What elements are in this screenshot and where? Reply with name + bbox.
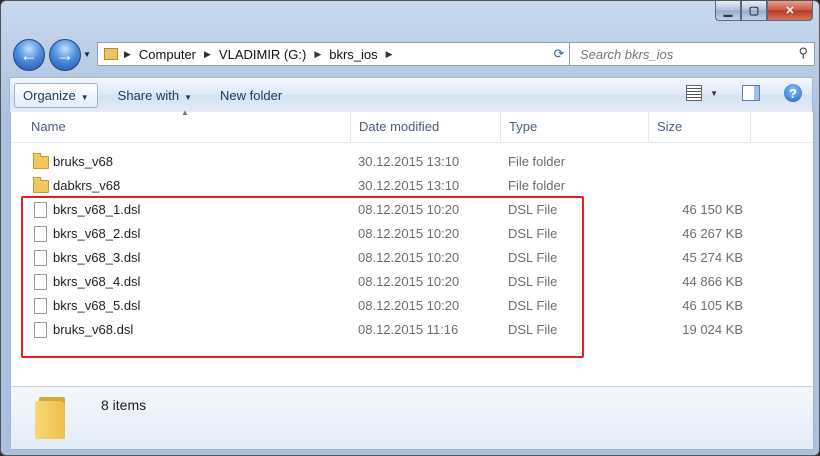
file-size: 45 274 KB	[682, 250, 743, 265]
file-size: 19 024 KB	[682, 322, 743, 337]
file-date: 30.12.2015 13:10	[358, 154, 460, 169]
share-with-label: Share with	[117, 87, 180, 103]
minimize-button[interactable]: ▁	[715, 1, 741, 21]
column-header-type[interactable]: Type	[501, 112, 649, 142]
file-name: bruks_v68.dsl	[53, 322, 134, 337]
file-icon	[34, 298, 47, 314]
caption-buttons: ▁ ▢ ✕	[715, 1, 813, 21]
breadcrumb-folder[interactable]: bkrs_ios	[329, 47, 377, 62]
file-date: 08.12.2015 10:20	[358, 298, 460, 313]
toolbar-right: ▼ ?	[686, 84, 802, 102]
navigation-bar: ← → ▼ ▶ Computer ▶ VLADIMIR (G:) ▶ bkrs_…	[9, 39, 815, 71]
chevron-right-icon[interactable]: ▶	[204, 49, 211, 60]
refresh-button[interactable]: ⟳	[549, 42, 570, 66]
search-box[interactable]: ⚲	[569, 42, 815, 66]
file-date: 08.12.2015 11:16	[358, 322, 459, 337]
search-input[interactable]	[578, 43, 792, 65]
arrow-left-icon: ←	[20, 44, 38, 65]
refresh-icon: ⟳	[553, 46, 565, 61]
file-type: DSL File	[508, 322, 558, 337]
file-size: 46 150 KB	[682, 202, 743, 217]
views-icon[interactable]	[686, 85, 703, 101]
file-icon	[34, 226, 47, 242]
folder-icon	[33, 177, 49, 193]
file-type: DSL File	[508, 226, 558, 241]
close-icon: ✕	[785, 5, 795, 17]
chevron-down-icon[interactable]: ▼	[710, 89, 718, 98]
organize-label: Organize	[23, 87, 76, 103]
file-type: DSL File	[508, 202, 558, 217]
forward-button[interactable]: →	[49, 39, 81, 71]
chevron-down-icon: ▼	[80, 92, 89, 102]
list-item[interactable]: bkrs_v68_4.dsl 08.12.2015 10:20 DSL File…	[11, 270, 813, 294]
folder-icon	[33, 153, 49, 169]
file-icon	[34, 322, 47, 338]
file-type: File folder	[508, 178, 566, 193]
chevron-right-icon[interactable]: ▶	[386, 49, 393, 60]
back-button[interactable]: ←	[13, 39, 45, 71]
minimize-icon: ▁	[723, 5, 733, 17]
arrow-right-icon: →	[56, 44, 74, 65]
list-item[interactable]: dabkrs_v68 30.12.2015 13:10 File folder	[11, 174, 813, 198]
help-icon[interactable]: ?	[784, 84, 802, 102]
list-item[interactable]: bkrs_v68_1.dsl 08.12.2015 10:20 DSL File…	[11, 198, 813, 222]
maximize-icon: ▢	[748, 5, 760, 17]
chevron-right-icon[interactable]: ▶	[124, 49, 131, 60]
file-size: 46 105 KB	[682, 298, 743, 313]
list-item[interactable]: bruks_v68.dsl 08.12.2015 11:16 DSL File …	[11, 318, 813, 342]
organize-button[interactable]: Organize ▼	[14, 82, 98, 108]
file-name: bkrs_v68_2.dsl	[53, 226, 141, 241]
file-size: 44 866 KB	[682, 274, 743, 289]
search-icon[interactable]: ⚲	[798, 45, 808, 61]
maximize-button[interactable]: ▢	[741, 1, 767, 21]
file-date: 08.12.2015 10:20	[358, 226, 460, 241]
file-size: 46 267 KB	[682, 226, 743, 241]
list-item[interactable]: bkrs_v68_2.dsl 08.12.2015 10:20 DSL File…	[11, 222, 813, 246]
column-headers: ▲ Name Date modified Type Size	[11, 108, 813, 143]
new-folder-label: New folder	[220, 87, 283, 103]
file-icon	[34, 250, 47, 266]
items-count: 8 items	[101, 397, 147, 413]
command-bar: Organize ▼ Share with ▼ New folder ▼ ?	[9, 77, 813, 112]
file-name: bkrs_v68_4.dsl	[53, 274, 141, 289]
file-name: bkrs_v68_3.dsl	[53, 250, 141, 265]
column-header-date[interactable]: Date modified	[351, 112, 501, 142]
details-pane: 8 items	[10, 386, 814, 450]
column-header-name[interactable]: Name	[23, 112, 351, 142]
folder-icon	[35, 395, 69, 439]
file-name: bruks_v68	[53, 154, 113, 169]
list-item[interactable]: bkrs_v68_3.dsl 08.12.2015 10:20 DSL File…	[11, 246, 813, 270]
file-date: 08.12.2015 10:20	[358, 202, 460, 217]
chevron-down-icon: ▼	[184, 92, 193, 102]
file-date: 08.12.2015 10:20	[358, 274, 460, 289]
file-name: bkrs_v68_1.dsl	[53, 202, 141, 217]
column-header-size[interactable]: Size	[649, 112, 751, 142]
breadcrumb-drive[interactable]: VLADIMIR (G:)	[219, 47, 306, 62]
file-date: 30.12.2015 13:10	[358, 178, 460, 193]
file-type: DSL File	[508, 274, 558, 289]
explorer-window: ▁ ▢ ✕ ← → ▼ ▶ Computer ▶ VLADIMIR (G:) ▶…	[0, 0, 820, 456]
chevron-right-icon[interactable]: ▶	[314, 49, 321, 60]
file-name: dabkrs_v68	[53, 178, 121, 193]
list-item[interactable]: bruks_v68 30.12.2015 13:10 File folder	[11, 150, 813, 174]
file-type: DSL File	[508, 250, 558, 265]
folder-icon	[104, 48, 118, 60]
file-name: bkrs_v68_5.dsl	[53, 298, 141, 313]
breadcrumb-computer[interactable]: Computer	[139, 47, 196, 62]
recent-pages-dropdown[interactable]: ▼	[83, 50, 91, 59]
file-icon	[34, 274, 47, 290]
file-list: ▲ Name Date modified Type Size bruks_v68…	[10, 108, 814, 387]
address-bar[interactable]: ▶ Computer ▶ VLADIMIR (G:) ▶ bkrs_ios ▶ …	[97, 42, 569, 66]
file-type: DSL File	[508, 298, 558, 313]
file-date: 08.12.2015 10:20	[358, 250, 460, 265]
close-button[interactable]: ✕	[767, 1, 813, 21]
list-item[interactable]: bkrs_v68_5.dsl 08.12.2015 10:20 DSL File…	[11, 294, 813, 318]
file-type: File folder	[508, 154, 566, 169]
preview-pane-icon[interactable]	[742, 85, 760, 101]
file-icon	[34, 202, 47, 218]
new-folder-button[interactable]: New folder	[212, 84, 290, 107]
share-with-button[interactable]: Share with ▼	[110, 84, 200, 107]
